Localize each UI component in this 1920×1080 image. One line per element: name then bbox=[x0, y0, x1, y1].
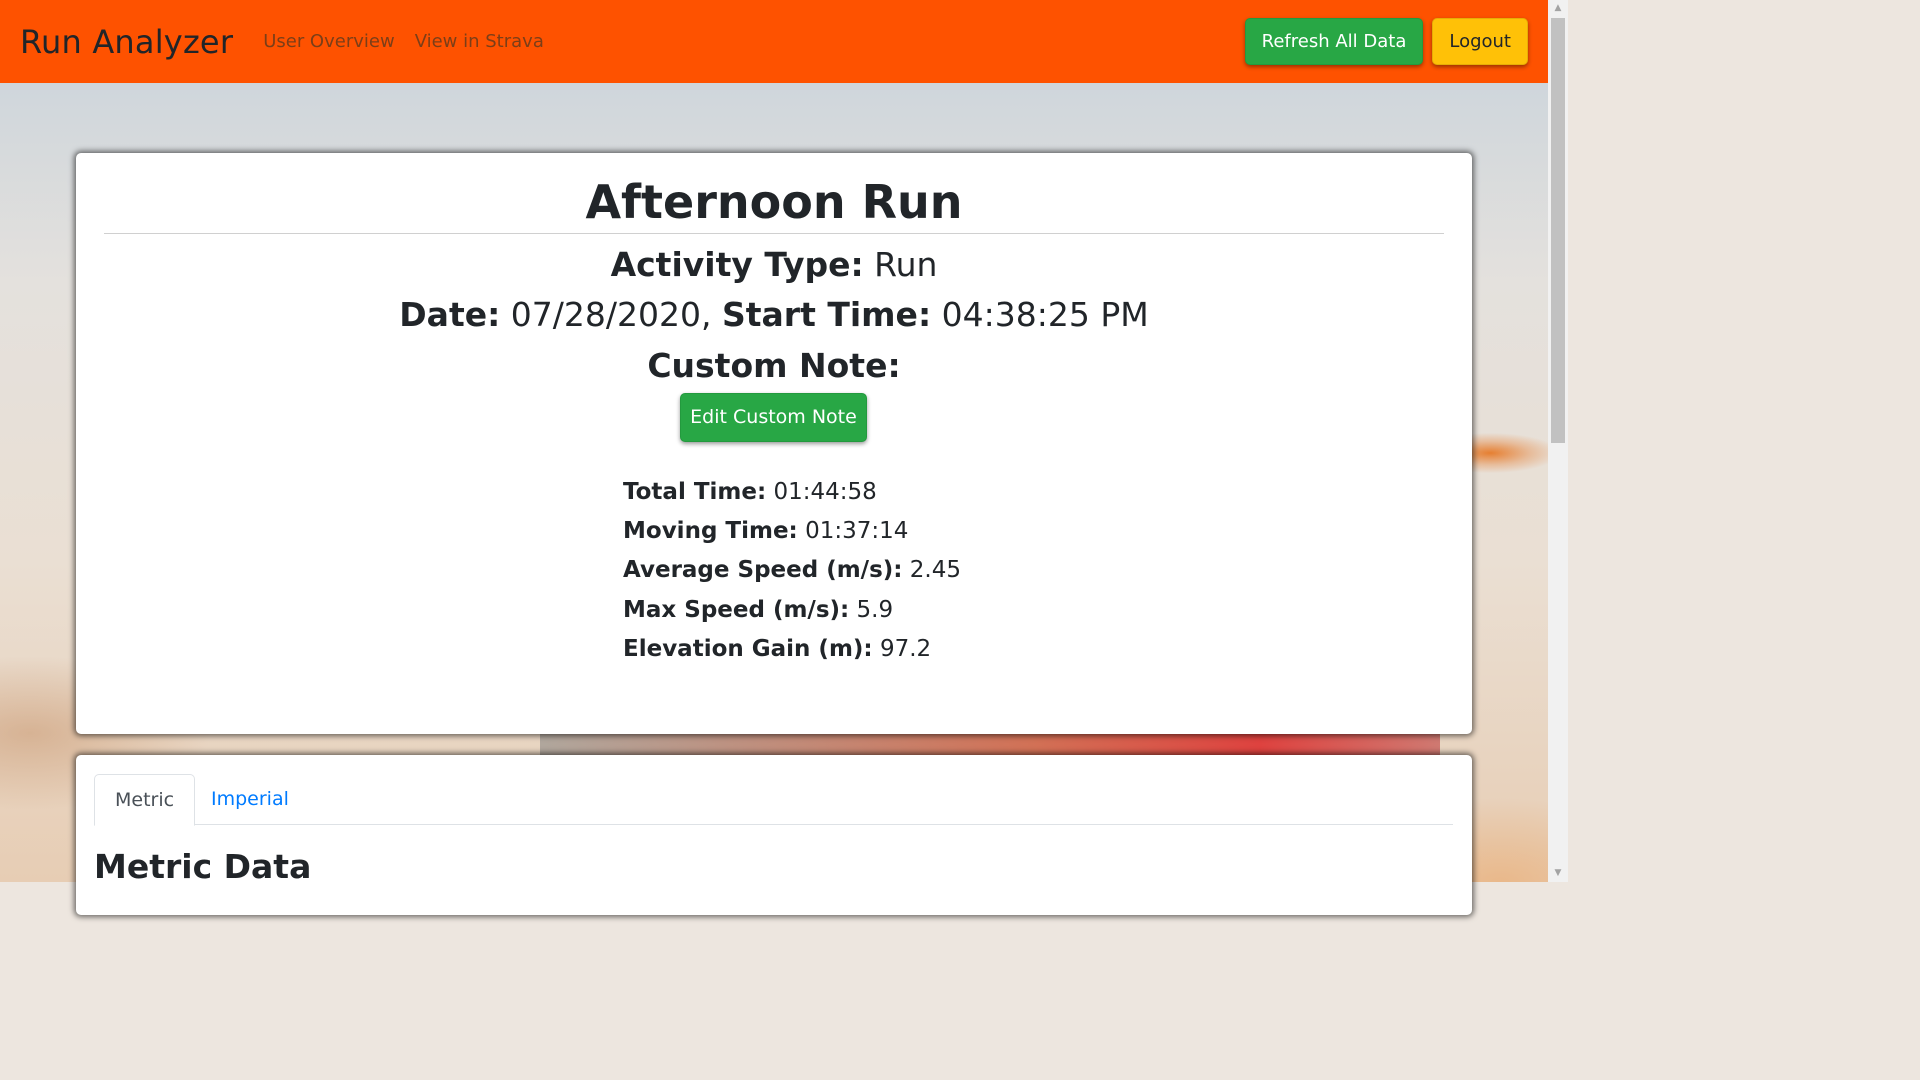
stat-elevation-gain: Elevation Gain (m): 97.2 bbox=[623, 636, 961, 675]
stat-label: Moving Time: bbox=[623, 518, 798, 545]
scroll-up-arrow-icon[interactable]: ▲ bbox=[1548, 0, 1568, 17]
stat-value: 5.9 bbox=[856, 596, 894, 623]
scrollbar-thumb[interactable] bbox=[1551, 18, 1565, 443]
stat-value: 01:44:58 bbox=[773, 479, 877, 505]
activity-date-line: Date: 07/28/2020, Start Time: 04:38:25 P… bbox=[76, 295, 1472, 334]
tab-metric[interactable]: Metric bbox=[94, 774, 196, 826]
nav-link-view-in-strava[interactable]: View in Strava bbox=[415, 31, 544, 52]
start-time-label: Start Time: bbox=[722, 295, 932, 334]
activity-type-line: Activity Type: Run bbox=[76, 245, 1472, 284]
stat-value: 01:37:14 bbox=[805, 518, 909, 545]
date-value: 07/28/2020, bbox=[510, 295, 712, 334]
stat-label: Max Speed (m/s): bbox=[623, 596, 850, 623]
start-time-value: 04:38:25 PM bbox=[941, 295, 1149, 334]
stat-label: Average Speed (m/s): bbox=[623, 557, 903, 584]
page-scrollbar[interactable]: ▲ ▼ bbox=[1548, 0, 1568, 882]
stat-max-speed: Max Speed (m/s): 5.9 bbox=[623, 597, 961, 636]
activity-type-label: Activity Type: bbox=[610, 245, 864, 284]
activity-stats: Total Time: 01:44:58 Moving Time: 01:37:… bbox=[623, 479, 961, 675]
stat-moving-time: Moving Time: 01:37:14 bbox=[623, 518, 961, 557]
stat-label: Total Time: bbox=[623, 479, 767, 505]
activity-summary-card: Afternoon Run Activity Type: Run Date: 0… bbox=[76, 153, 1472, 734]
stat-average-speed: Average Speed (m/s): 2.45 bbox=[623, 557, 961, 596]
edit-custom-note-button[interactable]: Edit Custom Note bbox=[680, 393, 867, 442]
date-label: Date: bbox=[399, 295, 501, 334]
data-section-card: Metric Imperial Metric Data bbox=[76, 755, 1472, 915]
stat-value: 97.2 bbox=[879, 635, 932, 662]
activity-type-value: Run bbox=[874, 245, 938, 284]
stat-total-time: Total Time: 01:44:58 bbox=[623, 479, 961, 518]
stat-label: Elevation Gain (m): bbox=[623, 635, 873, 662]
logout-button[interactable]: Logout bbox=[1432, 18, 1528, 65]
tab-imperial[interactable]: Imperial bbox=[191, 774, 309, 825]
top-navbar: Run Analyzer User Overview View in Strav… bbox=[0, 0, 1548, 83]
navbar-actions: Refresh All Data Logout bbox=[1244, 18, 1528, 65]
scroll-down-arrow-icon[interactable]: ▼ bbox=[1548, 865, 1568, 882]
refresh-all-data-button[interactable]: Refresh All Data bbox=[1244, 18, 1424, 65]
custom-note-label: Custom Note: bbox=[647, 346, 901, 385]
section-title: Metric Data bbox=[94, 847, 312, 886]
nav-link-user-overview[interactable]: User Overview bbox=[263, 31, 395, 52]
brand-title[interactable]: Run Analyzer bbox=[20, 23, 233, 61]
stat-value: 2.45 bbox=[909, 557, 962, 584]
background-art-band bbox=[540, 733, 1440, 755]
activity-title: Afternoon Run bbox=[104, 175, 1444, 234]
unit-tabs: Metric Imperial bbox=[94, 774, 1453, 826]
